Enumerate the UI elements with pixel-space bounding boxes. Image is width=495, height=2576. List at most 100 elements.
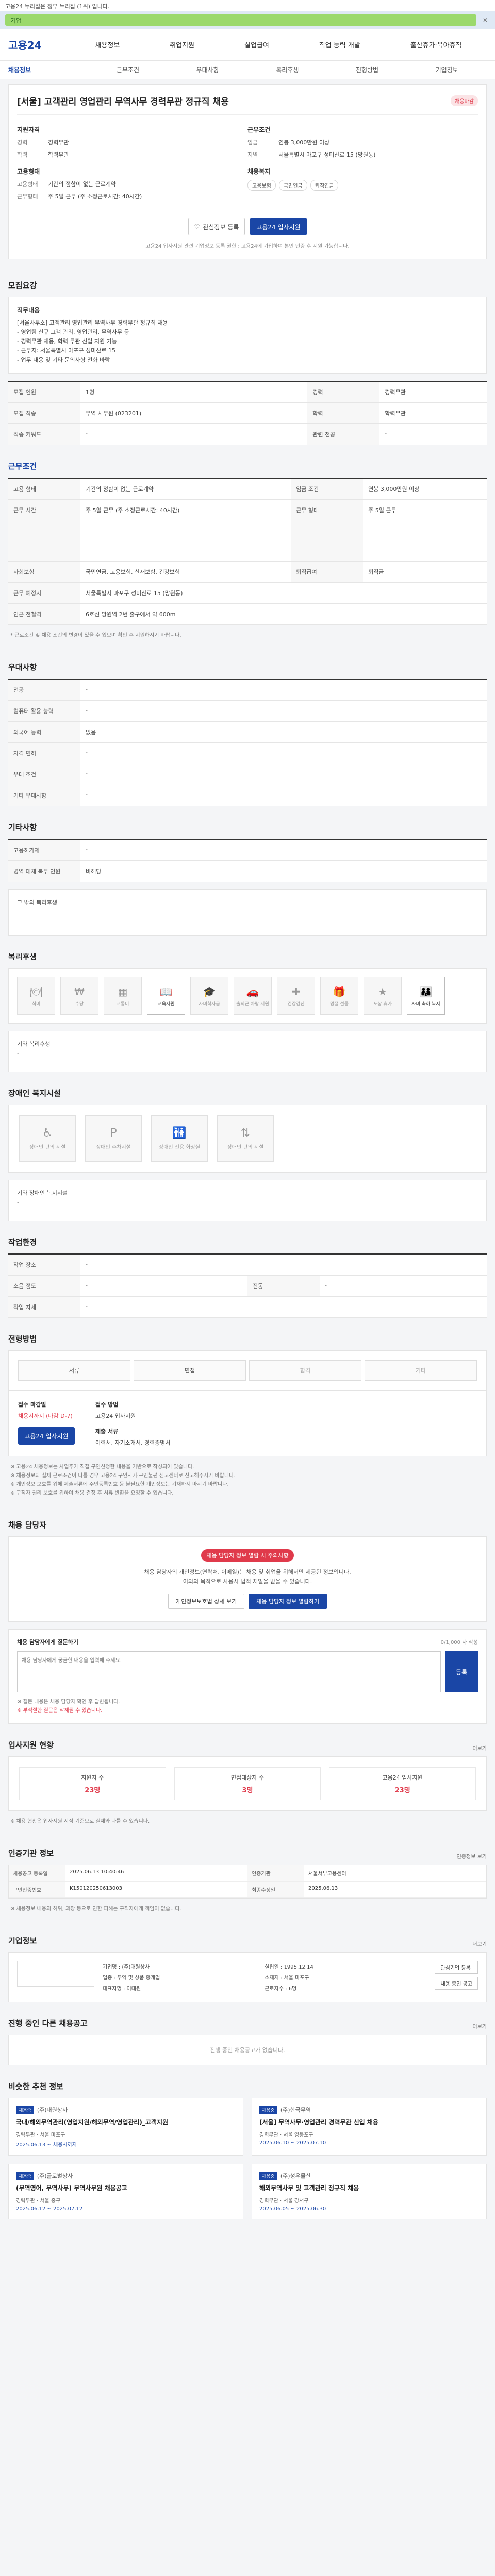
recommend-tag: 채용중 xyxy=(16,2172,34,2180)
apply-button-2[interactable]: 고용24 입사지원 xyxy=(18,1427,75,1445)
menu-item[interactable]: 취업지원 xyxy=(166,40,199,49)
disability-item: ⇅ 장애인 편의 시설 xyxy=(217,1115,274,1162)
other-jobs-more-link[interactable]: 더보기 xyxy=(472,2022,487,2030)
row-value: - xyxy=(80,742,487,764)
process-note: ※ 개인정보 보호를 위해 제출서류에 주민등록번호 등 불필요한 개인정보는 … xyxy=(10,1482,229,1487)
manager-section: 채용 담당자 채용 담당자 정보 열람 시 주의사항 채용 담당자의 개인정보(… xyxy=(8,1504,487,1724)
close-icon[interactable]: ✕ xyxy=(481,15,490,25)
row-label: 전공 xyxy=(8,679,80,701)
main-menu: 채용정보 취업지원 실업급여 직업 능력 개발 출산휴가·육아휴직 xyxy=(70,40,487,49)
stat-label: 고용24 입사지원 xyxy=(382,1774,423,1781)
menu-item[interactable]: 출산휴가·육아휴직 xyxy=(406,40,466,49)
qa-title: 채용 담당자에게 질문하기 xyxy=(17,1639,78,1646)
recommend-meta: 경력무관 · 서울 영등포구 xyxy=(259,2132,314,2138)
qa-counter: 0/1,000 자 작성 xyxy=(440,1640,478,1646)
privacy-law-button[interactable]: 개인정보보호법 상세 보기 xyxy=(168,1594,245,1609)
process-notes: ※ 고용24 채용정보는 사업주가 직접 구인신청한 내용을 기반으로 작성되어… xyxy=(8,1456,487,1504)
section-tabs: 채용정보 근무조건 우대사항 복리후생 전형방법 기업정보 xyxy=(0,61,495,79)
stat-label: 면접대상자 수 xyxy=(230,1774,265,1781)
recommend-job-title: [서울] 무역사무·영업관리 경력무관 신입 채용 xyxy=(259,2119,378,2126)
menu-item[interactable]: 실업급여 xyxy=(240,40,273,49)
row-value: 1명 xyxy=(80,381,308,403)
auth-info-button[interactable]: 인증정보 보기 xyxy=(457,1852,487,1860)
welfare-title: 복리후생 xyxy=(8,952,37,961)
job-description-line: - 업무 내용 및 기타 문의사항 전화 바람 xyxy=(17,357,110,363)
tab-conditions[interactable]: 근무조건 xyxy=(88,65,168,74)
welfare-item: 🍽 식비 xyxy=(17,977,55,1015)
region-label: 지역 xyxy=(248,151,258,158)
row-value: 서울특별시 마포구 성미산로 15 (망원동) xyxy=(80,582,487,604)
stats-more-link[interactable]: 더보기 xyxy=(472,1744,487,1752)
stats-section: 입사지원 현황 더보기 지원자 수 23명 면접대상자 수 3명 고용24 입사지원 2… xyxy=(8,1724,487,1832)
auth-table: 채용공고 등록일 2025.06.13 10:40:46 인증기관 서울서부고용센터 … xyxy=(8,1865,487,1899)
recommend-card[interactable]: 채용중 (주)성우물산 해외무역사무 및 고객관리 정규직 채용 경력무관 · 서… xyxy=(252,2164,487,2219)
stat-label: 지원자 수 xyxy=(81,1774,104,1781)
favorite-company-button[interactable]: 관심기업 등록 xyxy=(435,1961,478,1974)
process-step: 합격 xyxy=(249,1360,361,1381)
other-jobs-section: 진행 중인 다른 채용공고 더보기 진행 중인 채용공고가 없습니다. xyxy=(8,2002,487,2065)
tab-preference[interactable]: 우대사항 xyxy=(168,65,248,74)
manager-title: 채용 담당자 xyxy=(8,1520,47,1530)
job-description-box: 직무내용 [서울사무소] 고객관리 영업관리 무역사무 경력무관 정규직 채용 … xyxy=(8,297,487,374)
recommend-title: 비슷한 추천 정보 xyxy=(8,2082,64,2091)
view-manager-button[interactable]: 채용 담당자 정보 열람하기 xyxy=(249,1594,327,1609)
row-label: 우대 조건 xyxy=(8,764,80,785)
tab-company[interactable]: 기업정보 xyxy=(407,65,487,74)
company-title: 기업정보 xyxy=(8,1936,37,1945)
job-description-line: - 경력무관 채용, 학력 무관 신입 지원 가능 xyxy=(17,338,117,345)
education-label: 학력 xyxy=(17,151,28,158)
recommend-card[interactable]: 채용중 (주)한국무역 [서울] 무역사무·영업관리 경력무관 신입 채용 경력무… xyxy=(252,2098,487,2156)
stat-value: 23명 xyxy=(394,1786,410,1794)
row-label: 학력 xyxy=(307,402,380,424)
preference-section: 우대사항 전공 - 컴퓨터 활용 능력 - 외국어 능력 없음 자격 면허 - 우대 조… xyxy=(8,646,487,806)
disability-item: P 장애인 주차시설 xyxy=(85,1115,142,1162)
qa-note: ※ 질문 내용은 채용 담당자 확인 후 답변됩니다. xyxy=(17,1699,120,1705)
recommend-job-title: 국내/해외무역관리(영업지원/해외무역/영업관리)_고객지원 xyxy=(16,2119,169,2126)
welfare-label: 자녀 축하 복지 xyxy=(411,1001,440,1007)
scrap-button[interactable]: ♡ 관심정보 등록 xyxy=(188,218,245,235)
company-jobs-button[interactable]: 채용 중인 공고 xyxy=(435,1977,478,1990)
qa-input[interactable] xyxy=(17,1651,441,1692)
recommend-date: 2025.06.12 ~ 2025.07.12 xyxy=(16,2206,83,2212)
recommend-section: 비슷한 추천 정보 채용중 (주)대원상사 국내/해외무역관리(영업지원/해외무역… xyxy=(8,2065,487,2219)
ad-banner-text: 기업 xyxy=(5,14,476,26)
tab-recruit[interactable]: 채용정보 xyxy=(8,65,88,74)
recommend-card[interactable]: 채용중 (주)대원상사 국내/해외무역관리(영업지원/해외무역/영업관리)_고객지… xyxy=(8,2098,243,2156)
recommend-date: 2025.06.10 ~ 2025.07.10 xyxy=(259,2140,326,2146)
tab-welfare[interactable]: 복리후생 xyxy=(248,65,327,74)
disability-label: 장애인 전용 화장실 xyxy=(159,1145,200,1150)
row-value: 기간의 정함이 없는 근로계약 xyxy=(80,478,291,500)
site-logo[interactable]: 고용24 xyxy=(8,37,70,52)
company-field-label: 설립일 xyxy=(265,1964,279,1970)
ad-banner[interactable]: 기업 ✕ xyxy=(0,11,495,29)
auth-title: 인증기관 정보 xyxy=(8,1849,54,1858)
qa-note: ※ 부적절한 질문은 삭제될 수 있습니다. xyxy=(17,1708,103,1714)
row-label: 채용공고 등록일 xyxy=(9,1865,65,1881)
company-more-link[interactable]: 더보기 xyxy=(472,1940,487,1947)
qa-submit-button[interactable]: 등록 xyxy=(445,1651,478,1692)
recommend-card[interactable]: 채용중 (주)글로벌상사 (무역영어, 무역사무) 무역사무원 채용공고 경력무관… xyxy=(8,2164,243,2219)
row-value: 2025.06.13 10:40:46 xyxy=(70,1869,124,1875)
qualification-title: 지원자격 xyxy=(17,126,40,133)
menu-item[interactable]: 직업 능력 개발 xyxy=(315,40,365,49)
tab-process[interactable]: 전형방법 xyxy=(327,65,407,74)
job-description-line: [서울사무소] 고객관리 영업관리 무역사무 경력무관 정규직 채용 xyxy=(17,319,168,326)
benefit-chip: 고용보험 xyxy=(248,180,276,191)
disability-item: ♿ 장애인 편의 시설 xyxy=(19,1115,76,1162)
row-value: 주 5일 근무 (주 소정근로시간: 40시간) xyxy=(80,499,291,562)
process-title: 전형방법 xyxy=(8,1334,37,1344)
row-value: 서울서부고용센터 xyxy=(308,1871,346,1877)
row-label: 경력 xyxy=(307,381,380,403)
disability-label: 장애인 주차시설 xyxy=(96,1145,131,1150)
elevator-icon: ⇅ xyxy=(240,1127,251,1140)
apply-button[interactable]: 고용24 입사지원 xyxy=(250,218,307,235)
employment-title: 고용형태 xyxy=(17,168,40,175)
company-field: 근로자수 : 6명 xyxy=(265,1986,297,1992)
work-table: 작업 장소 - 소음 정도 - 진동 - 작업 자세 - xyxy=(8,1253,487,1318)
salary-label: 임금 xyxy=(248,139,258,146)
menu-item[interactable]: 채용정보 xyxy=(91,40,124,49)
recommend-meta: 경력무관 · 서울 강서구 xyxy=(259,2198,309,2204)
welfare-other-box: 기타 복리후생 - xyxy=(8,1031,487,1072)
conditions-title: 근무조건 xyxy=(248,126,271,133)
company-field-value: (주)대원상사 xyxy=(122,1964,150,1970)
